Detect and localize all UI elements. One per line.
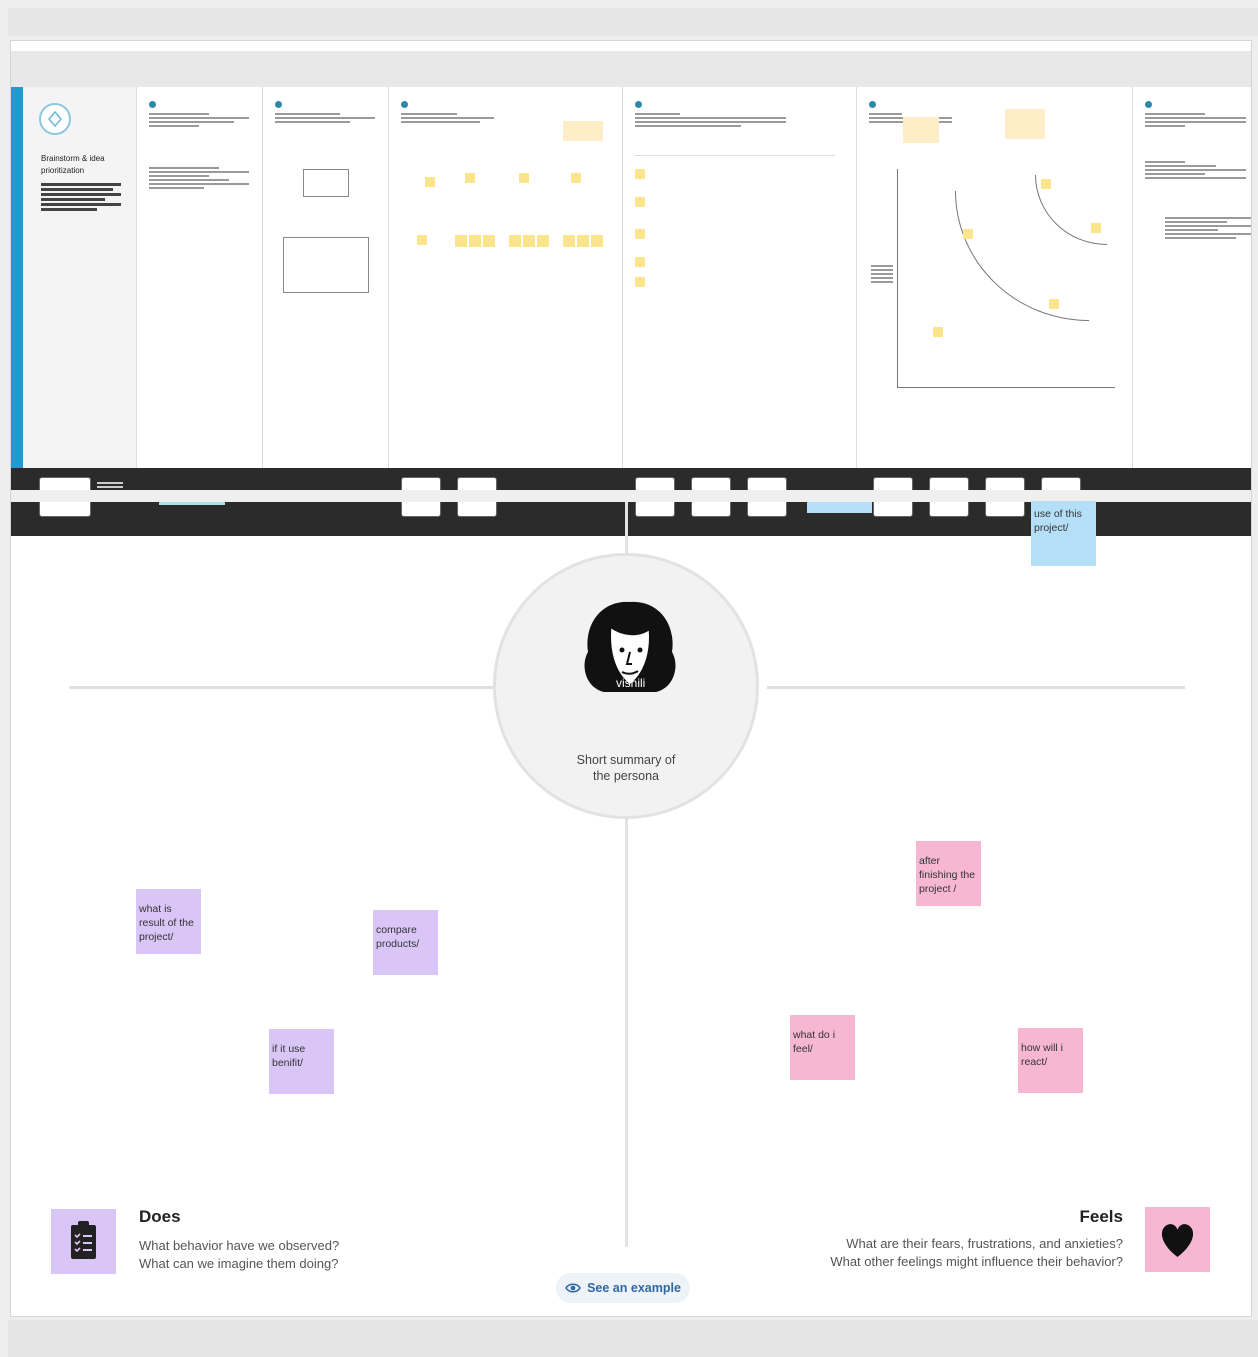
priority-chart-y-axis xyxy=(897,169,898,387)
step-marker xyxy=(635,101,642,108)
tip-note xyxy=(563,121,603,141)
sticky-note[interactable]: after finishing the project / xyxy=(916,841,981,906)
template-panel-title: Brainstorm & idea prioritization xyxy=(41,154,105,175)
step-marker xyxy=(275,101,282,108)
see-example-label: See an example xyxy=(587,1281,681,1295)
mini-sticky xyxy=(577,235,589,247)
mini-sticky xyxy=(1041,179,1051,189)
persona-summary[interactable]: Short summary of the persona xyxy=(496,752,756,784)
panel-text-lines xyxy=(401,113,495,125)
quadrant-divider-horizontal xyxy=(767,686,1185,689)
does-question-1: What behavior have we observed? xyxy=(139,1238,340,1253)
panel-resources xyxy=(1165,217,1251,241)
problem-statement-box xyxy=(283,237,369,293)
does-title: Does xyxy=(139,1207,181,1226)
template-panel-step-2[interactable] xyxy=(263,87,389,468)
mini-sticky xyxy=(483,235,495,247)
mini-sticky xyxy=(1049,299,1059,309)
divider xyxy=(635,155,835,156)
sticky-note[interactable]: compare products/ xyxy=(373,910,438,975)
bottom-toolbar xyxy=(8,1320,1258,1357)
template-panel-group-ideas[interactable] xyxy=(623,87,857,468)
sticky-note[interactable]: what is result of the project/ xyxy=(136,889,201,954)
eye-icon xyxy=(565,1283,582,1293)
clipboard-icon xyxy=(51,1209,116,1274)
brainstorm-logo-icon xyxy=(39,103,71,135)
mini-sticky xyxy=(635,169,645,179)
summary-line-1: Short summary of xyxy=(576,753,676,767)
summary-line-2: the persona xyxy=(592,769,660,783)
mini-sticky xyxy=(591,235,603,247)
does-question-2: What can we imagine them doing? xyxy=(139,1256,339,1271)
panel-text-lines xyxy=(635,113,787,129)
mini-sticky xyxy=(963,229,973,239)
mini-sticky xyxy=(635,277,645,287)
mini-sticky xyxy=(425,177,435,187)
top-toolbar xyxy=(8,8,1258,36)
template-panel-prioritize[interactable] xyxy=(857,87,1133,468)
feels-title: Feels xyxy=(1079,1207,1123,1226)
template-panel-description xyxy=(41,183,121,213)
sticky-note[interactable]: how will i react/ xyxy=(1018,1028,1083,1093)
template-strip: Brainstorm & idea prioritization xyxy=(11,87,1251,536)
mini-sticky xyxy=(933,327,943,337)
sticky-note[interactable]: use of this project/ xyxy=(1031,501,1096,566)
axis-label-lines xyxy=(871,265,893,285)
feels-question-1: What are their fears, frustrations, and … xyxy=(846,1236,1123,1251)
priority-chart-x-axis xyxy=(897,387,1115,388)
step-marker xyxy=(401,101,408,108)
step-marker xyxy=(149,101,156,108)
mini-sticky xyxy=(519,173,529,183)
panel-checklist xyxy=(1145,161,1246,181)
panel-text-lines xyxy=(275,113,375,125)
persona-circle[interactable]: vishili Short summary of the persona xyxy=(493,553,759,819)
mini-sticky xyxy=(465,173,475,183)
mini-sticky xyxy=(523,235,535,247)
mini-sticky xyxy=(563,235,575,247)
template-strip-header xyxy=(11,51,1251,87)
mini-sticky xyxy=(469,235,481,247)
step-marker xyxy=(1145,101,1152,108)
quadrant-divider-horizontal xyxy=(69,686,499,689)
mini-sticky xyxy=(417,235,427,245)
see-example-button[interactable]: See an example xyxy=(556,1273,690,1303)
mini-sticky xyxy=(509,235,521,247)
panel-checklist xyxy=(149,167,249,191)
template-panel-after[interactable] xyxy=(1133,87,1251,468)
mural-canvas[interactable]: Brainstorm & idea prioritization vishili… xyxy=(10,40,1252,1317)
panel-text-lines xyxy=(1145,113,1246,129)
mini-sticky xyxy=(537,235,549,247)
template-panel-intro[interactable]: Brainstorm & idea prioritization xyxy=(11,87,137,468)
problem-box xyxy=(303,169,349,197)
panel-accent-bar xyxy=(11,87,23,468)
mini-sticky xyxy=(1091,223,1101,233)
step-marker xyxy=(869,101,876,108)
sticky-note-partial[interactable] xyxy=(807,502,872,513)
panel-text-lines xyxy=(149,113,249,129)
persona-name[interactable]: vishili xyxy=(616,676,645,690)
sticky-note[interactable]: what do i feel/ xyxy=(790,1015,855,1080)
mini-sticky xyxy=(455,235,467,247)
template-panel-step-1[interactable] xyxy=(137,87,263,468)
mini-sticky xyxy=(635,197,645,207)
heart-icon xyxy=(1145,1207,1210,1272)
mini-sticky xyxy=(635,229,645,239)
mini-sticky xyxy=(571,173,581,183)
template-panel-brainstorm[interactable] xyxy=(389,87,623,468)
mini-sticky xyxy=(635,257,645,267)
sticky-note[interactable]: if it use benifit/ xyxy=(269,1029,334,1094)
sticky-note-partial[interactable] xyxy=(159,502,225,505)
feels-question-2: What other feelings might influence thei… xyxy=(830,1254,1123,1269)
tip-note xyxy=(903,117,939,143)
tip-note xyxy=(1005,109,1045,139)
